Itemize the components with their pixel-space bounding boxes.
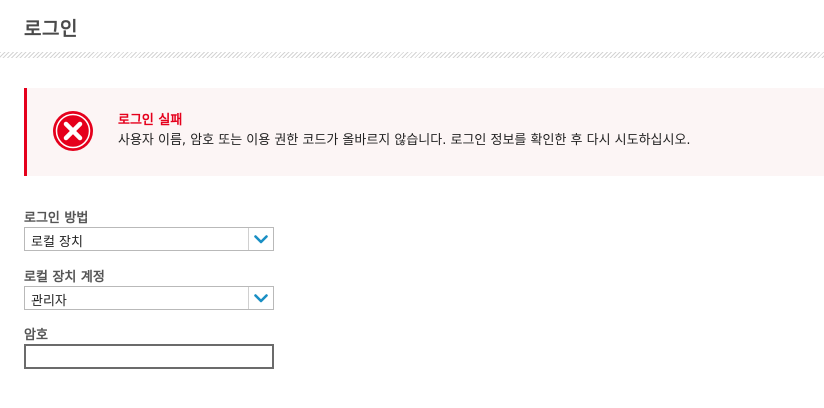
page-title: 로그인 <box>24 18 78 40</box>
local-account-select[interactable]: 관리자 <box>24 286 274 310</box>
login-page: 로그인 로그인 실패 사용자 이름, 암호 또는 이용 권한 코드가 올바르지 … <box>0 0 824 408</box>
login-method-value: 로컬 장치 <box>31 235 83 250</box>
title-divider <box>0 52 824 58</box>
login-method-select[interactable]: 로컬 장치 <box>24 227 274 251</box>
local-account-label: 로컬 장치 계정 <box>24 270 105 285</box>
alert-message: 사용자 이름, 암호 또는 이용 권한 코드가 올바르지 않습니다. 로그인 정… <box>118 133 691 148</box>
chevron-down-icon[interactable] <box>248 228 273 250</box>
alert-title: 로그인 실패 <box>118 113 183 128</box>
password-label: 암호 <box>24 328 48 343</box>
password-field[interactable] <box>24 344 274 369</box>
chevron-down-icon[interactable] <box>248 287 273 309</box>
login-error-alert: 로그인 실패 사용자 이름, 암호 또는 이용 권한 코드가 올바르지 않습니다… <box>24 88 824 176</box>
local-account-value: 관리자 <box>31 294 67 309</box>
login-method-label: 로그인 방법 <box>24 211 89 226</box>
error-x-icon <box>53 111 93 151</box>
